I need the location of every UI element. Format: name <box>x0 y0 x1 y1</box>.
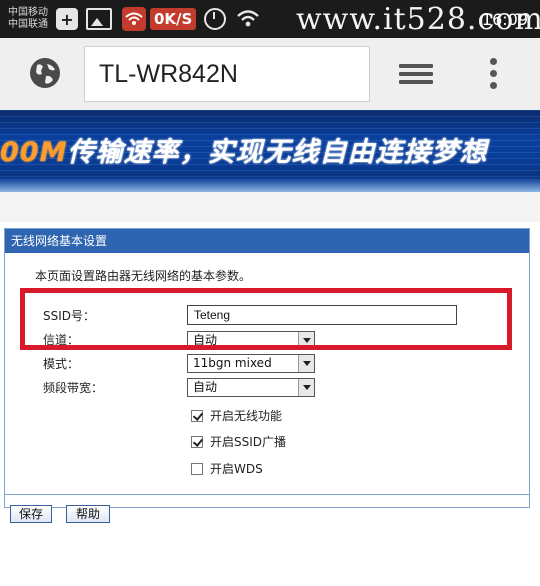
wifi-hotspot-icon <box>122 7 146 31</box>
banner-slogan-text: 传输速率，实现无线自由连接梦想 <box>67 137 488 168</box>
image-icon <box>86 8 112 30</box>
carrier-bottom: 中国联通 <box>8 19 48 30</box>
wifi-icon <box>237 10 260 27</box>
mode-value: 11bgn mixed <box>193 356 272 370</box>
wireless-enable-checkbox[interactable] <box>191 409 203 422</box>
wireless-enable-row[interactable]: 开启无线功能 <box>191 407 282 424</box>
url-bar[interactable]: TL-WR842N <box>84 46 370 102</box>
carrier-top: 中国移动 <box>8 7 48 18</box>
wireless-enable-label: 开启无线功能 <box>210 409 283 423</box>
plus-icon: + <box>56 8 78 30</box>
panel-title: 无线网络基本设置 <box>5 229 529 253</box>
overflow-menu-icon[interactable] <box>490 58 498 92</box>
banner-slogan: 00M传输速率，实现无线自由连接梦想 <box>0 130 487 169</box>
tabs-icon[interactable] <box>399 64 433 88</box>
save-button[interactable]: 保存 <box>10 505 52 523</box>
chevron-down-icon <box>298 379 314 396</box>
help-button[interactable]: 帮助 <box>66 505 110 523</box>
bandwidth-label: 频段带宽： <box>43 381 104 395</box>
ssid-broadcast-row[interactable]: 开启SSID广播 <box>191 433 286 450</box>
panel-description: 本页面设置路由器无线网络的基本参数。 <box>35 269 252 283</box>
clock-time: 16:09 <box>481 10 528 29</box>
wds-enable-checkbox[interactable] <box>191 462 203 475</box>
status-bar: 中国移动 中国联通 + 0K/S www.it528.com 16:09 <box>0 0 540 38</box>
mode-select[interactable]: 11bgn mixed <box>187 354 315 373</box>
alarm-icon <box>204 8 227 30</box>
ssid-broadcast-checkbox[interactable] <box>191 435 203 448</box>
router-banner: 00M传输速率，实现无线自由连接梦想 <box>0 110 540 192</box>
wireless-settings-panel: 无线网络基本设置 本页面设置路由器无线网络的基本参数。 SSID号： Teten… <box>4 228 530 508</box>
wds-enable-label: 开启WDS <box>210 462 263 476</box>
net-speed-indicator: 0K/S <box>150 8 197 30</box>
carrier-label: 中国移动 中国联通 <box>8 7 48 31</box>
panel-divider <box>5 494 529 495</box>
mode-label: 模式： <box>43 357 80 371</box>
ssid-broadcast-label: 开启SSID广播 <box>210 435 287 449</box>
globe-icon[interactable] <box>28 56 62 90</box>
chevron-down-icon <box>298 355 314 372</box>
bandwidth-value: 自动 <box>193 380 218 394</box>
banner-speed: 00M <box>0 137 68 168</box>
wds-enable-row[interactable]: 开启WDS <box>191 460 263 477</box>
browser-toolbar: TL-WR842N <box>0 38 540 111</box>
banner-spacer <box>0 192 540 222</box>
red-highlight-box <box>20 288 512 350</box>
bandwidth-select[interactable]: 自动 <box>187 378 315 397</box>
